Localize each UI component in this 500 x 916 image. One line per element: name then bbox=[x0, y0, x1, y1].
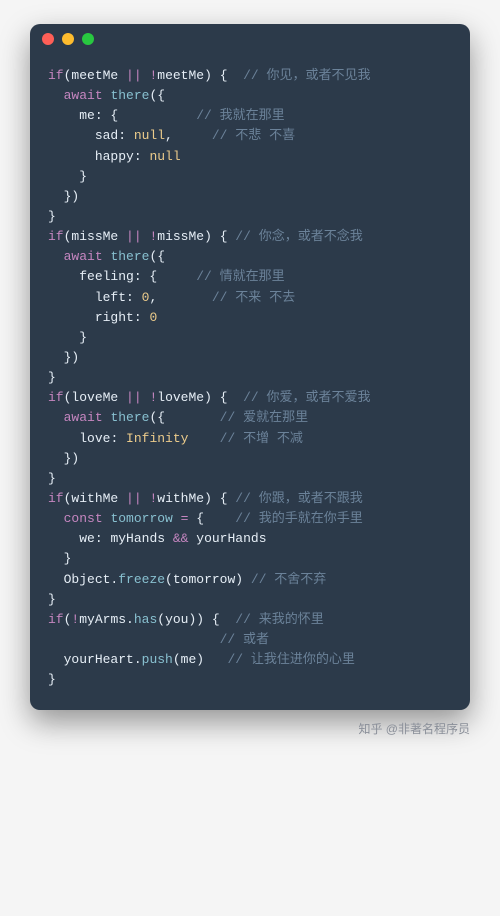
code-line: if(!myArms.has(you)) { // 来我的怀里 bbox=[48, 610, 452, 630]
code-line: feeling: { // 情就在那里 bbox=[48, 267, 452, 287]
code-line: } bbox=[48, 590, 452, 610]
code-line: // 或者 bbox=[48, 630, 452, 650]
window-titlebar bbox=[30, 24, 470, 54]
code-line: happy: null bbox=[48, 147, 452, 167]
code-line: me: { // 我就在那里 bbox=[48, 106, 452, 126]
code-line: await there({ bbox=[48, 247, 452, 267]
code-line: } bbox=[48, 368, 452, 388]
code-line: } bbox=[48, 328, 452, 348]
close-icon[interactable] bbox=[42, 33, 54, 45]
code-line: await there({ // 爱就在那里 bbox=[48, 408, 452, 428]
code-line: left: 0, // 不来 不去 bbox=[48, 288, 452, 308]
code-line: await there({ bbox=[48, 86, 452, 106]
code-line: }) bbox=[48, 187, 452, 207]
attribution: 知乎 @非著名程序员 bbox=[30, 720, 470, 737]
code-line: sad: null, // 不悲 不喜 bbox=[48, 126, 452, 146]
code-line: if(missMe || !missMe) { // 你念，或者不念我 bbox=[48, 227, 452, 247]
code-line: }) bbox=[48, 449, 452, 469]
code-line: if(loveMe || !loveMe) { // 你爱，或者不爱我 bbox=[48, 388, 452, 408]
zoom-icon[interactable] bbox=[82, 33, 94, 45]
minimize-icon[interactable] bbox=[62, 33, 74, 45]
code-block: if(meetMe || !meetMe) { // 你见，或者不见我 awai… bbox=[30, 54, 470, 710]
code-line: we: myHands && yourHands bbox=[48, 529, 452, 549]
code-line: love: Infinity // 不增 不减 bbox=[48, 429, 452, 449]
code-line: } bbox=[48, 469, 452, 489]
code-line: } bbox=[48, 167, 452, 187]
code-line: } bbox=[48, 207, 452, 227]
code-line: yourHeart.push(me) // 让我住进你的心里 bbox=[48, 650, 452, 670]
code-line: if(meetMe || !meetMe) { // 你见，或者不见我 bbox=[48, 66, 452, 86]
code-line: }) bbox=[48, 348, 452, 368]
code-line: } bbox=[48, 670, 452, 690]
code-line: } bbox=[48, 549, 452, 569]
code-window: if(meetMe || !meetMe) { // 你见，或者不见我 awai… bbox=[30, 24, 470, 710]
code-line: Object.freeze(tomorrow) // 不舍不弃 bbox=[48, 570, 452, 590]
code-line: const tomorrow = { // 我的手就在你手里 bbox=[48, 509, 452, 529]
code-line: if(withMe || !withMe) { // 你跟，或者不跟我 bbox=[48, 489, 452, 509]
code-line: right: 0 bbox=[48, 308, 452, 328]
